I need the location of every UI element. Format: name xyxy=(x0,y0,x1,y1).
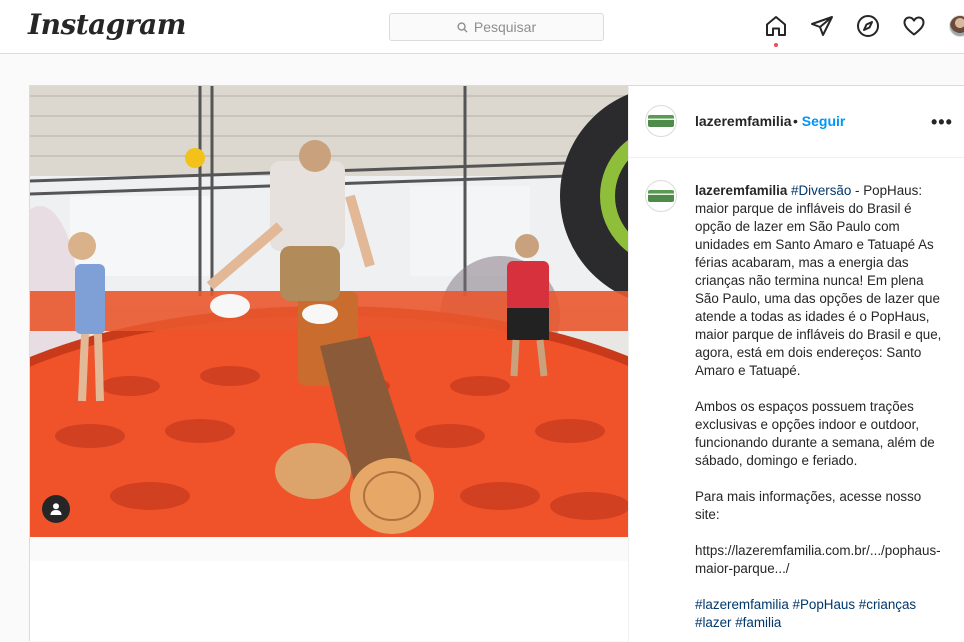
explore-icon[interactable] xyxy=(856,14,880,38)
search-icon xyxy=(457,21,468,33)
tagged-user-button[interactable] xyxy=(42,495,70,523)
profile-avatar[interactable] xyxy=(948,14,964,38)
user-icon xyxy=(50,503,62,515)
more-options-button[interactable]: ••• xyxy=(931,112,953,133)
hashtag-link[interactable]: #Diversão xyxy=(791,183,851,198)
home-icon[interactable] xyxy=(764,14,788,47)
search-input[interactable]: Pesquisar xyxy=(389,13,604,41)
instagram-logo[interactable]: Instagram xyxy=(28,8,186,41)
caption-paragraph-3: Para mais informações, acesse nosso site… xyxy=(695,489,922,522)
caption-hashtags: #lazeremfamilia #PopHaus #crianças #laze… xyxy=(695,596,945,632)
avatar[interactable] xyxy=(645,105,677,137)
post-header: lazeremfamilia • Seguir ••• xyxy=(629,86,964,158)
notification-dot xyxy=(774,43,778,47)
direct-icon[interactable] xyxy=(810,14,834,38)
post-photo[interactable] xyxy=(30,86,628,537)
post-caption: lazeremfamilia #Diversão - PopHaus: maio… xyxy=(645,180,945,632)
search-placeholder: Pesquisar xyxy=(473,19,537,35)
caption-username[interactable]: lazeremfamilia xyxy=(695,183,787,198)
top-navigation-bar: Instagram Pesquisar xyxy=(0,0,964,54)
hashtag-link[interactable]: #familia xyxy=(735,615,781,630)
follow-label: Seguir xyxy=(801,113,846,129)
follow-button[interactable]: • Seguir xyxy=(793,113,845,129)
photo-bottom-margin xyxy=(30,537,628,561)
hashtag-link[interactable]: #PopHaus xyxy=(793,597,856,612)
avatar xyxy=(949,15,964,37)
activity-icon[interactable] xyxy=(902,14,926,38)
post-sidebar: lazeremfamilia • Seguir ••• lazeremfamil… xyxy=(628,86,964,642)
hashtag-link[interactable]: #lazer xyxy=(695,615,731,630)
lazeremfamilia-logo xyxy=(648,190,674,202)
caption-link: https://lazeremfamilia.com.br/.../pophau… xyxy=(695,543,941,576)
post-container: lazeremfamilia • Seguir ••• lazeremfamil… xyxy=(29,85,964,642)
lazeremfamilia-logo xyxy=(648,115,674,127)
hashtag-link[interactable]: #lazeremfamilia xyxy=(695,597,789,612)
post-author-username[interactable]: lazeremfamilia xyxy=(695,113,792,129)
nav-icons xyxy=(764,14,964,47)
caption-text: - PopHaus: maior parque de infláveis do … xyxy=(695,183,942,378)
avatar[interactable] xyxy=(645,180,677,212)
caption-paragraph-1: lazeremfamilia #Diversão - PopHaus: maio… xyxy=(695,182,945,380)
hashtag-link[interactable]: #crianças xyxy=(859,597,916,612)
caption-paragraph-2: Ambos os espaços possuem trações exclusi… xyxy=(695,399,935,468)
separator-dot: • xyxy=(793,113,798,129)
